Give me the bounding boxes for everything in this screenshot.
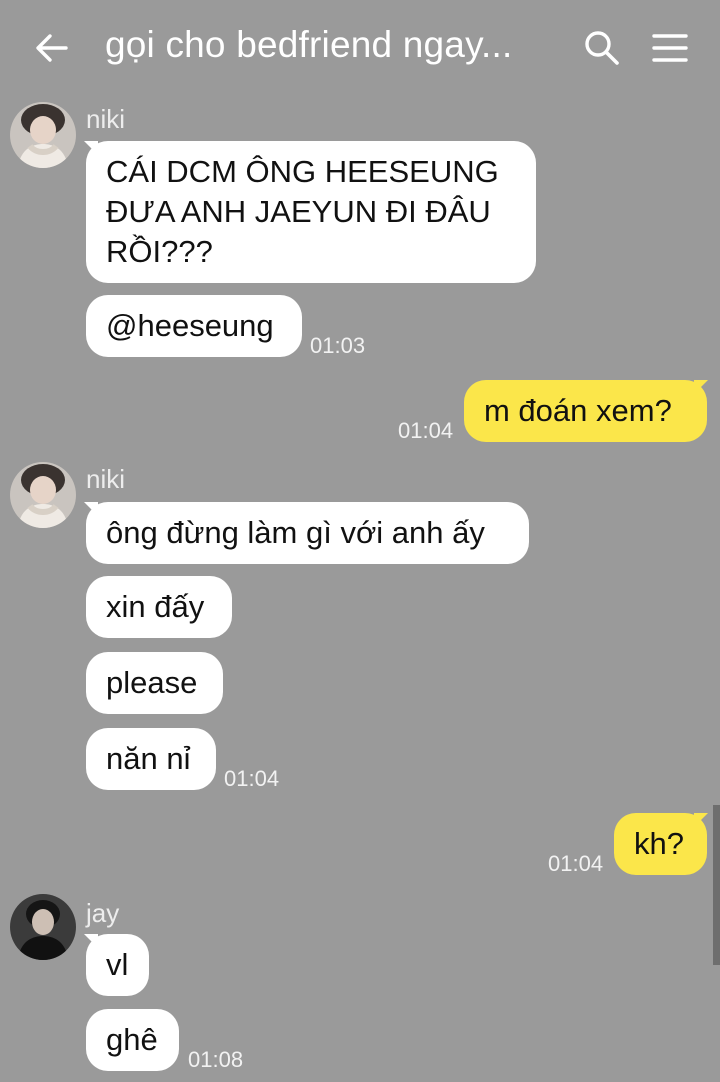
- message-bubble[interactable]: please: [86, 652, 223, 714]
- sender-name: jay: [86, 898, 120, 928]
- message-bubble[interactable]: xin đấy: [86, 576, 232, 638]
- message-bubble-outgoing[interactable]: m đoán xem?: [464, 380, 707, 442]
- message-time: 01:08: [188, 1047, 244, 1072]
- sender-name: niki: [86, 104, 126, 134]
- sender-name: niki: [86, 464, 126, 494]
- message-bubble[interactable]: ghê: [86, 1009, 179, 1071]
- message-bubble[interactable]: @heeseung: [86, 295, 302, 357]
- chat-title[interactable]: gọi cho bedfriend ngay...: [105, 24, 555, 66]
- avatar[interactable]: [10, 894, 76, 960]
- message-time: 01:04: [224, 766, 280, 791]
- message-bubble[interactable]: vl: [86, 934, 149, 996]
- chat-header: gọi cho bedfriend ngay...: [0, 0, 720, 96]
- message-time: 01:04: [548, 851, 604, 876]
- avatar-niki-icon: [10, 102, 76, 168]
- avatar[interactable]: [10, 102, 76, 168]
- bubble-tail: [694, 380, 708, 394]
- menu-button[interactable]: [648, 28, 692, 68]
- back-button[interactable]: [32, 28, 72, 68]
- avatar-jay-icon: [10, 894, 76, 960]
- message-time: 01:04: [398, 418, 454, 443]
- message-time: 01:03: [310, 333, 366, 358]
- search-icon: [585, 31, 619, 65]
- arrow-left-icon: [36, 34, 68, 62]
- avatar[interactable]: [10, 462, 76, 528]
- bubble-tail: [694, 813, 708, 827]
- search-button[interactable]: [580, 26, 624, 70]
- scrollbar[interactable]: [713, 805, 720, 965]
- message-bubble[interactable]: ông đừng làm gì với anh ấy: [86, 502, 529, 564]
- hamburger-menu-icon: [652, 34, 688, 62]
- message-bubble[interactable]: CÁI DCM ÔNG HEESEUNG ĐƯA ANH JAEYUN ĐI Đ…: [86, 141, 536, 283]
- avatar-niki-icon: [10, 462, 76, 528]
- message-bubble[interactable]: năn nỉ: [86, 728, 216, 790]
